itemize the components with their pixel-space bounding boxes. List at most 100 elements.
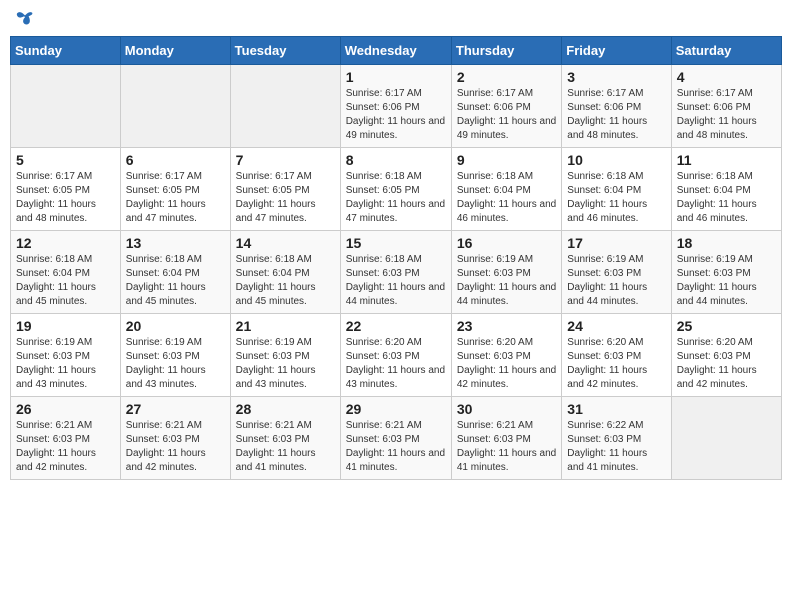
day-info: Sunrise: 6:21 AM Sunset: 6:03 PM Dayligh…: [346, 419, 446, 475]
day-info: Sunrise: 6:17 AM Sunset: 6:06 PM Dayligh…: [457, 87, 556, 143]
week-row-4: 19Sunrise: 6:19 AM Sunset: 6:03 PM Dayli…: [11, 314, 782, 397]
day-info: Sunrise: 6:17 AM Sunset: 6:05 PM Dayligh…: [126, 170, 225, 226]
calendar-cell: 16Sunrise: 6:19 AM Sunset: 6:03 PM Dayli…: [451, 231, 561, 314]
day-number: 31: [567, 401, 665, 417]
day-number: 14: [236, 235, 335, 251]
day-info: Sunrise: 6:19 AM Sunset: 6:03 PM Dayligh…: [126, 336, 225, 392]
day-number: 4: [677, 69, 776, 85]
logo-bird-icon: [16, 10, 34, 28]
calendar-table: SundayMondayTuesdayWednesdayThursdayFrid…: [10, 36, 782, 480]
weekday-header-sunday: Sunday: [11, 37, 121, 65]
calendar-cell: 3 Sunrise: 6:17 AM Sunset: 6:06 PM Daylig…: [562, 65, 671, 148]
day-info: Sunrise: 6:18 AM Sunset: 6:04 PM Dayligh…: [457, 170, 556, 226]
calendar-cell: 27 Sunrise: 6:21 AM Sunset: 6:03 PM Dayli…: [120, 397, 230, 480]
calendar-cell: 13Sunrise: 6:18 AM Sunset: 6:04 PM Dayli…: [120, 231, 230, 314]
weekday-header-saturday: Saturday: [671, 37, 781, 65]
day-info: Sunrise: 6:17 AM Sunset: 6:06 PM Dayligh…: [567, 87, 665, 143]
day-info: Sunrise: 6:17 AM Sunset: 6:06 PM Dayligh…: [677, 87, 776, 143]
weekday-header-wednesday: Wednesday: [340, 37, 451, 65]
day-info: Sunrise: 6:18 AM Sunset: 6:04 PM Dayligh…: [16, 253, 115, 309]
day-info: Sunrise: 6:17 AM Sunset: 6:05 PM Dayligh…: [16, 170, 115, 226]
day-info: Sunrise: 6:18 AM Sunset: 6:04 PM Dayligh…: [677, 170, 776, 226]
day-number: 2: [457, 69, 556, 85]
calendar-cell: 28 Sunrise: 6:21 AM Sunset: 6:03 PM Dayli…: [230, 397, 340, 480]
week-row-1: 1Sunrise: 6:17 AM Sunset: 6:06 PM Daylig…: [11, 65, 782, 148]
calendar-cell: 2 Sunrise: 6:17 AM Sunset: 6:06 PM Daylig…: [451, 65, 561, 148]
calendar-cell: 10 Sunrise: 6:18 AM Sunset: 6:04 PM Dayli…: [562, 148, 671, 231]
calendar-cell: 23Sunrise: 6:20 AM Sunset: 6:03 PM Dayli…: [451, 314, 561, 397]
day-number: 3: [567, 69, 665, 85]
calendar-cell: 4 Sunrise: 6:17 AM Sunset: 6:06 PM Daylig…: [671, 65, 781, 148]
week-row-3: 12 Sunrise: 6:18 AM Sunset: 6:04 PM Dayli…: [11, 231, 782, 314]
calendar-cell: 21Sunrise: 6:19 AM Sunset: 6:03 PM Dayli…: [230, 314, 340, 397]
calendar-cell: [120, 65, 230, 148]
weekday-header-thursday: Thursday: [451, 37, 561, 65]
day-number: 23: [457, 318, 556, 334]
calendar-cell: 26Sunrise: 6:21 AM Sunset: 6:03 PM Dayli…: [11, 397, 121, 480]
day-number: 18: [677, 235, 776, 251]
day-info: Sunrise: 6:19 AM Sunset: 6:03 PM Dayligh…: [236, 336, 335, 392]
calendar-cell: 5Sunrise: 6:17 AM Sunset: 6:05 PM Daylig…: [11, 148, 121, 231]
calendar-cell: 8Sunrise: 6:18 AM Sunset: 6:05 PM Daylig…: [340, 148, 451, 231]
day-number: 30: [457, 401, 556, 417]
day-info: Sunrise: 6:19 AM Sunset: 6:03 PM Dayligh…: [567, 253, 665, 309]
day-info: Sunrise: 6:19 AM Sunset: 6:03 PM Dayligh…: [16, 336, 115, 392]
day-info: Sunrise: 6:19 AM Sunset: 6:03 PM Dayligh…: [677, 253, 776, 309]
day-number: 17: [567, 235, 665, 251]
day-number: 27: [126, 401, 225, 417]
day-info: Sunrise: 6:20 AM Sunset: 6:03 PM Dayligh…: [346, 336, 446, 392]
day-info: Sunrise: 6:22 AM Sunset: 6:03 PM Dayligh…: [567, 419, 665, 475]
weekday-header-friday: Friday: [562, 37, 671, 65]
calendar-cell: 9 Sunrise: 6:18 AM Sunset: 6:04 PM Daylig…: [451, 148, 561, 231]
day-number: 11: [677, 152, 776, 168]
day-info: Sunrise: 6:17 AM Sunset: 6:05 PM Dayligh…: [236, 170, 335, 226]
calendar-cell: 17 Sunrise: 6:19 AM Sunset: 6:03 PM Dayli…: [562, 231, 671, 314]
day-number: 12: [16, 235, 115, 251]
calendar-cell: 25 Sunrise: 6:20 AM Sunset: 6:03 PM Dayli…: [671, 314, 781, 397]
day-info: Sunrise: 6:18 AM Sunset: 6:04 PM Dayligh…: [126, 253, 225, 309]
day-info: Sunrise: 6:20 AM Sunset: 6:03 PM Dayligh…: [567, 336, 665, 392]
day-number: 25: [677, 318, 776, 334]
calendar-cell: [671, 397, 781, 480]
day-number: 22: [346, 318, 446, 334]
week-row-2: 5Sunrise: 6:17 AM Sunset: 6:05 PM Daylig…: [11, 148, 782, 231]
day-info: Sunrise: 6:21 AM Sunset: 6:03 PM Dayligh…: [16, 419, 115, 475]
week-row-5: 26Sunrise: 6:21 AM Sunset: 6:03 PM Dayli…: [11, 397, 782, 480]
weekday-header-monday: Monday: [120, 37, 230, 65]
calendar-cell: 14 Sunrise: 6:18 AM Sunset: 6:04 PM Dayli…: [230, 231, 340, 314]
calendar-cell: 20 Sunrise: 6:19 AM Sunset: 6:03 PM Dayli…: [120, 314, 230, 397]
calendar-cell: [11, 65, 121, 148]
day-info: Sunrise: 6:21 AM Sunset: 6:03 PM Dayligh…: [457, 419, 556, 475]
calendar-cell: 12 Sunrise: 6:18 AM Sunset: 6:04 PM Dayli…: [11, 231, 121, 314]
calendar-cell: 30 Sunrise: 6:21 AM Sunset: 6:03 PM Dayli…: [451, 397, 561, 480]
calendar-cell: 18 Sunrise: 6:19 AM Sunset: 6:03 PM Dayli…: [671, 231, 781, 314]
day-number: 7: [236, 152, 335, 168]
day-info: Sunrise: 6:18 AM Sunset: 6:03 PM Dayligh…: [346, 253, 446, 309]
day-number: 28: [236, 401, 335, 417]
logo: [14, 10, 34, 28]
day-number: 10: [567, 152, 665, 168]
day-info: Sunrise: 6:18 AM Sunset: 6:04 PM Dayligh…: [567, 170, 665, 226]
weekday-header-row: SundayMondayTuesdayWednesdayThursdayFrid…: [11, 37, 782, 65]
day-number: 20: [126, 318, 225, 334]
calendar-cell: 11 Sunrise: 6:18 AM Sunset: 6:04 PM Dayli…: [671, 148, 781, 231]
calendar-cell: 15 Sunrise: 6:18 AM Sunset: 6:03 PM Dayli…: [340, 231, 451, 314]
page-header: [10, 10, 782, 28]
calendar-cell: 19Sunrise: 6:19 AM Sunset: 6:03 PM Dayli…: [11, 314, 121, 397]
weekday-header-tuesday: Tuesday: [230, 37, 340, 65]
day-number: 29: [346, 401, 446, 417]
day-number: 15: [346, 235, 446, 251]
day-info: Sunrise: 6:20 AM Sunset: 6:03 PM Dayligh…: [677, 336, 776, 392]
day-info: Sunrise: 6:18 AM Sunset: 6:04 PM Dayligh…: [236, 253, 335, 309]
day-number: 16: [457, 235, 556, 251]
day-info: Sunrise: 6:17 AM Sunset: 6:06 PM Dayligh…: [346, 87, 446, 143]
day-number: 9: [457, 152, 556, 168]
day-info: Sunrise: 6:21 AM Sunset: 6:03 PM Dayligh…: [236, 419, 335, 475]
calendar-cell: 7 Sunrise: 6:17 AM Sunset: 6:05 PM Daylig…: [230, 148, 340, 231]
day-info: Sunrise: 6:21 AM Sunset: 6:03 PM Dayligh…: [126, 419, 225, 475]
calendar-cell: 6 Sunrise: 6:17 AM Sunset: 6:05 PM Daylig…: [120, 148, 230, 231]
day-number: 6: [126, 152, 225, 168]
calendar-cell: 29 Sunrise: 6:21 AM Sunset: 6:03 PM Dayli…: [340, 397, 451, 480]
calendar-cell: 31 Sunrise: 6:22 AM Sunset: 6:03 PM Dayli…: [562, 397, 671, 480]
calendar-cell: 1Sunrise: 6:17 AM Sunset: 6:06 PM Daylig…: [340, 65, 451, 148]
